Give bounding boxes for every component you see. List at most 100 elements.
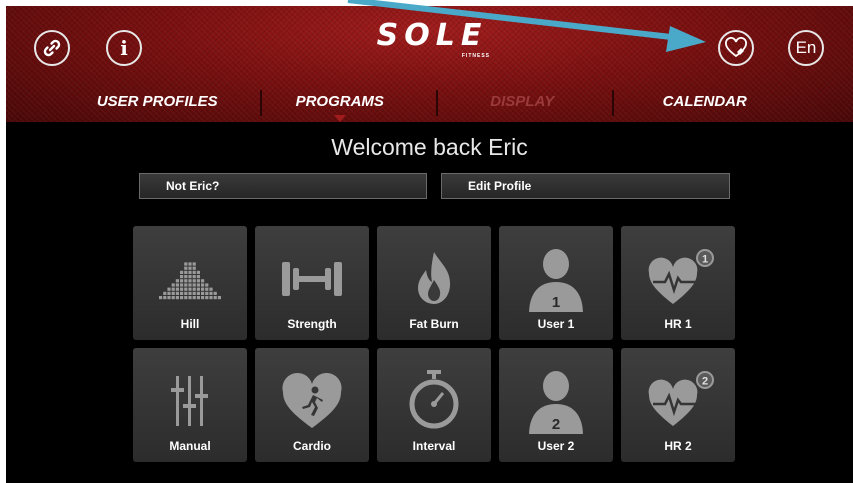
tile-label: Fat Burn: [409, 317, 459, 331]
tab-label: CALENDAR: [662, 93, 747, 110]
program-tile-user-2[interactable]: 2 User 2: [499, 348, 613, 462]
hill-block: [188, 287, 192, 291]
sliders-icon: [171, 376, 208, 426]
tile-label: Strength: [287, 317, 337, 331]
heart-rate-icon: 2: [648, 371, 714, 426]
hill-block: [180, 296, 184, 300]
active-tab-indicator: [333, 115, 346, 122]
hill-block: [213, 291, 217, 295]
tile-label: HR 1: [664, 317, 692, 331]
hill-block: [188, 266, 192, 270]
hill-block: [188, 296, 192, 300]
tile-label: Hill: [180, 317, 200, 331]
hill-block: [180, 270, 184, 274]
hill-block: [205, 283, 209, 287]
user-icon: 2: [529, 371, 583, 434]
program-tile-manual[interactable]: Manual: [133, 348, 247, 462]
hill-block: [192, 275, 196, 279]
tab-calendar[interactable]: CALENDAR: [614, 86, 797, 118]
edit-profile-button[interactable]: Edit Profile: [441, 173, 730, 199]
hill-block: [167, 296, 171, 300]
hill-block: [188, 275, 192, 279]
hill-block: [175, 291, 179, 295]
hr-number: 1: [702, 254, 708, 266]
hill-block: [196, 291, 200, 295]
tab-programs[interactable]: PROGRAMS: [249, 86, 432, 122]
hill-block: [184, 296, 188, 300]
tile-label: Manual: [169, 439, 211, 453]
hill-block: [184, 262, 188, 266]
language-label: En: [795, 38, 817, 57]
hill-block: [213, 296, 217, 300]
program-tile-strength[interactable]: Strength: [255, 226, 369, 340]
program-tile-hill[interactable]: Hill: [133, 226, 247, 340]
tile-label: User 2: [537, 439, 575, 453]
hill-block: [180, 291, 184, 295]
tab-user-profiles[interactable]: USER PROFILES: [66, 86, 249, 118]
hill-block: [192, 266, 196, 270]
hill-block: [184, 270, 188, 274]
link-button[interactable]: [34, 30, 70, 66]
heart-rate-monitor-button[interactable]: [718, 30, 754, 66]
hill-block: [175, 287, 179, 291]
hill-block: [180, 287, 184, 291]
tab-divider: [260, 90, 262, 116]
stopwatch-icon: [409, 370, 459, 429]
program-tile-user-1[interactable]: 1 User 1: [499, 226, 613, 340]
hill-block: [205, 296, 209, 300]
hill-block: [201, 283, 205, 287]
hill-block: [205, 291, 209, 295]
hill-block: [184, 283, 188, 287]
hill-block: [192, 283, 196, 287]
info-button[interactable]: i: [106, 30, 142, 66]
edit-profile-label: Edit Profile: [468, 179, 532, 193]
tab-label: DISPLAY: [490, 93, 555, 110]
tab-display[interactable]: DISPLAY: [431, 86, 614, 118]
hill-block: [188, 270, 192, 274]
hill-block: [196, 279, 200, 283]
hill-block: [188, 262, 192, 266]
hill-block: [184, 275, 188, 279]
hill-block: [209, 287, 213, 291]
tab-label: PROGRAMS: [295, 93, 384, 110]
hill-block: [201, 287, 205, 291]
hill-block: [196, 287, 200, 291]
user-icon: 1: [529, 249, 583, 312]
program-tile-interval[interactable]: Interval: [377, 348, 491, 462]
hill-block: [175, 296, 179, 300]
hill-block: [217, 296, 221, 300]
hill-block: [192, 296, 196, 300]
hill-block: [180, 279, 184, 283]
user-number: 1: [552, 294, 560, 311]
tile-label: Cardio: [292, 439, 331, 453]
hill-block: [192, 291, 196, 295]
hill-block: [192, 270, 196, 274]
app-screen: i SOLE FITNESS En USER PROFILES PROGRAMS…: [6, 6, 853, 483]
language-button[interactable]: En: [788, 30, 824, 66]
hill-block: [171, 296, 175, 300]
hill-block: [163, 296, 167, 300]
program-tile-hr-1[interactable]: 1 HR 1: [621, 226, 735, 340]
hill-block: [188, 283, 192, 287]
hill-block: [167, 287, 171, 291]
program-tile-hr-2[interactable]: 2 HR 2: [621, 348, 735, 462]
hill-block: [163, 291, 167, 295]
flame-icon: [418, 252, 451, 304]
hill-block: [167, 291, 171, 295]
tab-divider: [436, 90, 438, 116]
hill-block: [180, 283, 184, 287]
hill-block: [184, 291, 188, 295]
hill-block: [201, 291, 205, 295]
hill-block: [171, 283, 175, 287]
not-user-button[interactable]: Not Eric?: [139, 173, 427, 199]
hill-block: [184, 279, 188, 283]
program-tile-cardio[interactable]: Cardio: [255, 348, 369, 462]
link-icon: [43, 39, 61, 57]
program-tile-fat-burn[interactable]: Fat Burn: [377, 226, 491, 340]
hill-block: [184, 266, 188, 270]
hill-block: [171, 287, 175, 291]
cardio-heart-icon: [282, 372, 342, 428]
hill-block: [196, 296, 200, 300]
welcome-message: Welcome back Eric: [331, 134, 528, 160]
hill-block: [192, 287, 196, 291]
